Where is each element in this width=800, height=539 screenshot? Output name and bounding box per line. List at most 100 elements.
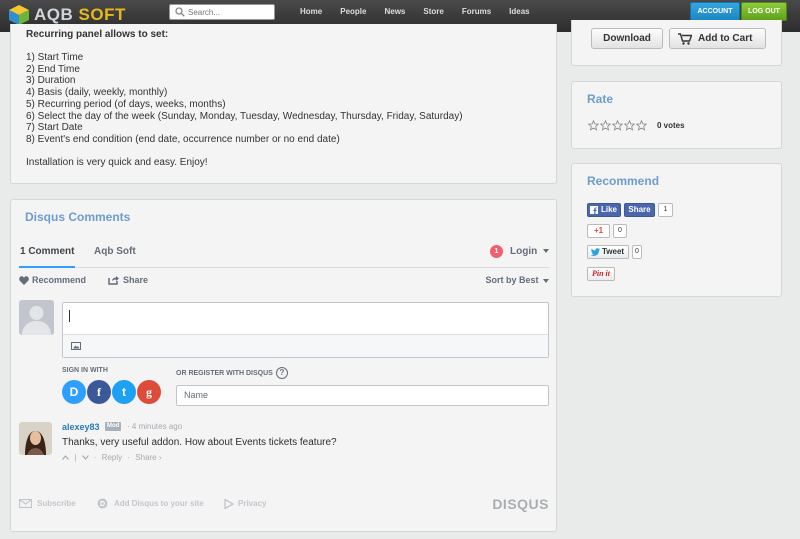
- add-to-cart-button[interactable]: Add to Cart: [669, 28, 766, 49]
- sort-label: Sort by Best: [485, 275, 539, 285]
- guest-avatar: [19, 300, 54, 335]
- facebook-like-label: Like: [601, 205, 618, 214]
- tweet-button[interactable]: Tweet: [587, 245, 629, 259]
- comment-text: Thanks, very useful addon. How about Eve…: [62, 437, 337, 448]
- heart-icon: [19, 276, 29, 285]
- disqus-login-button[interactable]: D: [62, 380, 86, 404]
- twitter-login-button[interactable]: t: [112, 380, 136, 404]
- comment-share-link[interactable]: Share: [135, 453, 156, 462]
- facebook-icon: [590, 206, 598, 214]
- purchase-panel: Download Add to Cart: [571, 20, 782, 66]
- logo-text-soft: SOFT: [78, 5, 126, 24]
- facebook-count: 1: [658, 203, 673, 217]
- search-icon: [175, 7, 185, 17]
- chevron-down-icon: [543, 249, 549, 254]
- description-item: 3) Duration: [26, 75, 76, 87]
- disqus-brand-logo[interactable]: DISQUS: [492, 496, 549, 512]
- description-panel: Recurring panel allows to set: 1) Start …: [10, 24, 557, 184]
- nav-forums[interactable]: Forums: [462, 7, 491, 16]
- tweet-count: 0: [632, 245, 642, 259]
- moderator-badge: Mod: [105, 422, 122, 431]
- star-icon[interactable]: [624, 120, 635, 131]
- logo-text-aqb: AQB: [34, 5, 74, 24]
- logo-cube-icon: [9, 5, 29, 25]
- star-icon[interactable]: [588, 120, 599, 131]
- google-plus-button[interactable]: +1: [587, 224, 610, 238]
- description-item: 4) Basis (daily, weekly, monthly): [26, 87, 168, 99]
- disqus-logo-icon: D: [97, 498, 108, 509]
- vote-count: 0 votes: [657, 121, 685, 130]
- subscribe-link[interactable]: Subscribe: [19, 499, 76, 508]
- facebook-like-button[interactable]: Like: [587, 203, 621, 217]
- nav-ideas[interactable]: Ideas: [509, 7, 529, 16]
- reply-link[interactable]: Reply: [102, 453, 122, 462]
- star-icon[interactable]: [600, 120, 611, 131]
- disqus-tabs: 1 Comment Aqb Soft 1 Login: [19, 245, 549, 268]
- chevron-down-icon: [543, 278, 549, 283]
- star-icon[interactable]: [612, 120, 623, 131]
- privacy-link[interactable]: Privacy: [224, 499, 267, 509]
- tab-comments[interactable]: 1 Comment: [19, 246, 76, 268]
- privacy-shield-icon: [224, 499, 234, 509]
- recommend-panel: Recommend Like Share 1 +1 0 Tweet 0 Pin …: [571, 163, 782, 297]
- google-plus-count: 0: [613, 224, 627, 238]
- description-item: 7) Start Date: [26, 122, 83, 134]
- search-box[interactable]: [169, 4, 275, 20]
- add-disqus-link[interactable]: D Add Disqus to your site: [97, 498, 204, 509]
- comment-footer: | · Reply · Share ›: [62, 453, 162, 462]
- add-to-cart-label: Add to Cart: [698, 33, 753, 44]
- upvote-icon[interactable]: [62, 455, 69, 461]
- name-input[interactable]: Name: [176, 385, 549, 406]
- share-discussion-button[interactable]: Share: [108, 275, 148, 285]
- sort-dropdown[interactable]: Sort by Best: [485, 275, 549, 285]
- comment-author-name[interactable]: alexey83: [62, 422, 100, 432]
- facebook-share-button[interactable]: Share: [624, 203, 655, 217]
- downvote-icon[interactable]: [81, 455, 89, 461]
- tweet-label: Tweet: [602, 247, 625, 256]
- search-input[interactable]: [188, 6, 272, 18]
- sign-in-with-label: SIGN IN WITH: [62, 367, 108, 374]
- tab-community[interactable]: Aqb Soft: [94, 246, 136, 257]
- comment-composer[interactable]: [62, 302, 549, 358]
- comment-author-avatar[interactable]: [19, 422, 52, 455]
- facebook-login-button[interactable]: f: [87, 380, 111, 404]
- account-button[interactable]: ACCOUNT: [690, 2, 740, 21]
- avatar-photo-icon: [19, 422, 52, 455]
- nav-home[interactable]: Home: [300, 7, 322, 16]
- comment-time-text: 4 minutes ago: [131, 422, 183, 431]
- nav-news[interactable]: News: [384, 7, 405, 16]
- rate-panel: Rate 0 votes: [571, 81, 782, 149]
- description-item: 5) Recurring period (of days, weeks, mon…: [26, 98, 226, 110]
- rating-stars[interactable]: [588, 120, 647, 131]
- disqus-section-title: Disqus Comments: [25, 210, 131, 224]
- image-upload-icon[interactable]: [71, 342, 81, 350]
- star-icon[interactable]: [636, 120, 647, 131]
- description-item: 2) End Time: [26, 63, 80, 75]
- envelope-icon: [19, 499, 32, 508]
- nav-store[interactable]: Store: [423, 7, 443, 16]
- recommend-title: Recommend: [587, 174, 660, 188]
- google-login-button[interactable]: g: [137, 380, 161, 404]
- download-button[interactable]: Download: [591, 28, 663, 49]
- share-icon: [108, 276, 119, 285]
- description-heading: Recurring panel allows to set:: [26, 29, 169, 40]
- add-disqus-label: Add Disqus to your site: [114, 499, 204, 508]
- recommend-discussion-button[interactable]: Recommend: [19, 275, 86, 285]
- question-icon[interactable]: ?: [276, 367, 288, 379]
- share-label: Share: [123, 275, 149, 285]
- logout-button[interactable]: LOG OUT: [741, 2, 787, 21]
- text-caret: [69, 310, 70, 322]
- login-label: Login: [510, 246, 538, 257]
- recommend-label: Recommend: [32, 275, 87, 285]
- privacy-label: Privacy: [238, 499, 267, 508]
- google-plus-label: +1: [593, 226, 604, 235]
- nav-people[interactable]: People: [340, 7, 366, 16]
- main-nav: Home People News Store Forums Ideas: [300, 7, 548, 16]
- login-menu[interactable]: 1 Login: [490, 245, 549, 258]
- rate-title: Rate: [587, 92, 614, 106]
- cart-icon: [678, 33, 692, 45]
- or-register-label: OR REGISTER WITH DISQUS: [176, 370, 273, 377]
- description-footer: Installation is very quick and easy. Enj…: [26, 157, 208, 168]
- pin-it-button[interactable]: Pin it: [587, 267, 615, 281]
- comment-timestamp[interactable]: · 4 minutes ago: [127, 422, 182, 431]
